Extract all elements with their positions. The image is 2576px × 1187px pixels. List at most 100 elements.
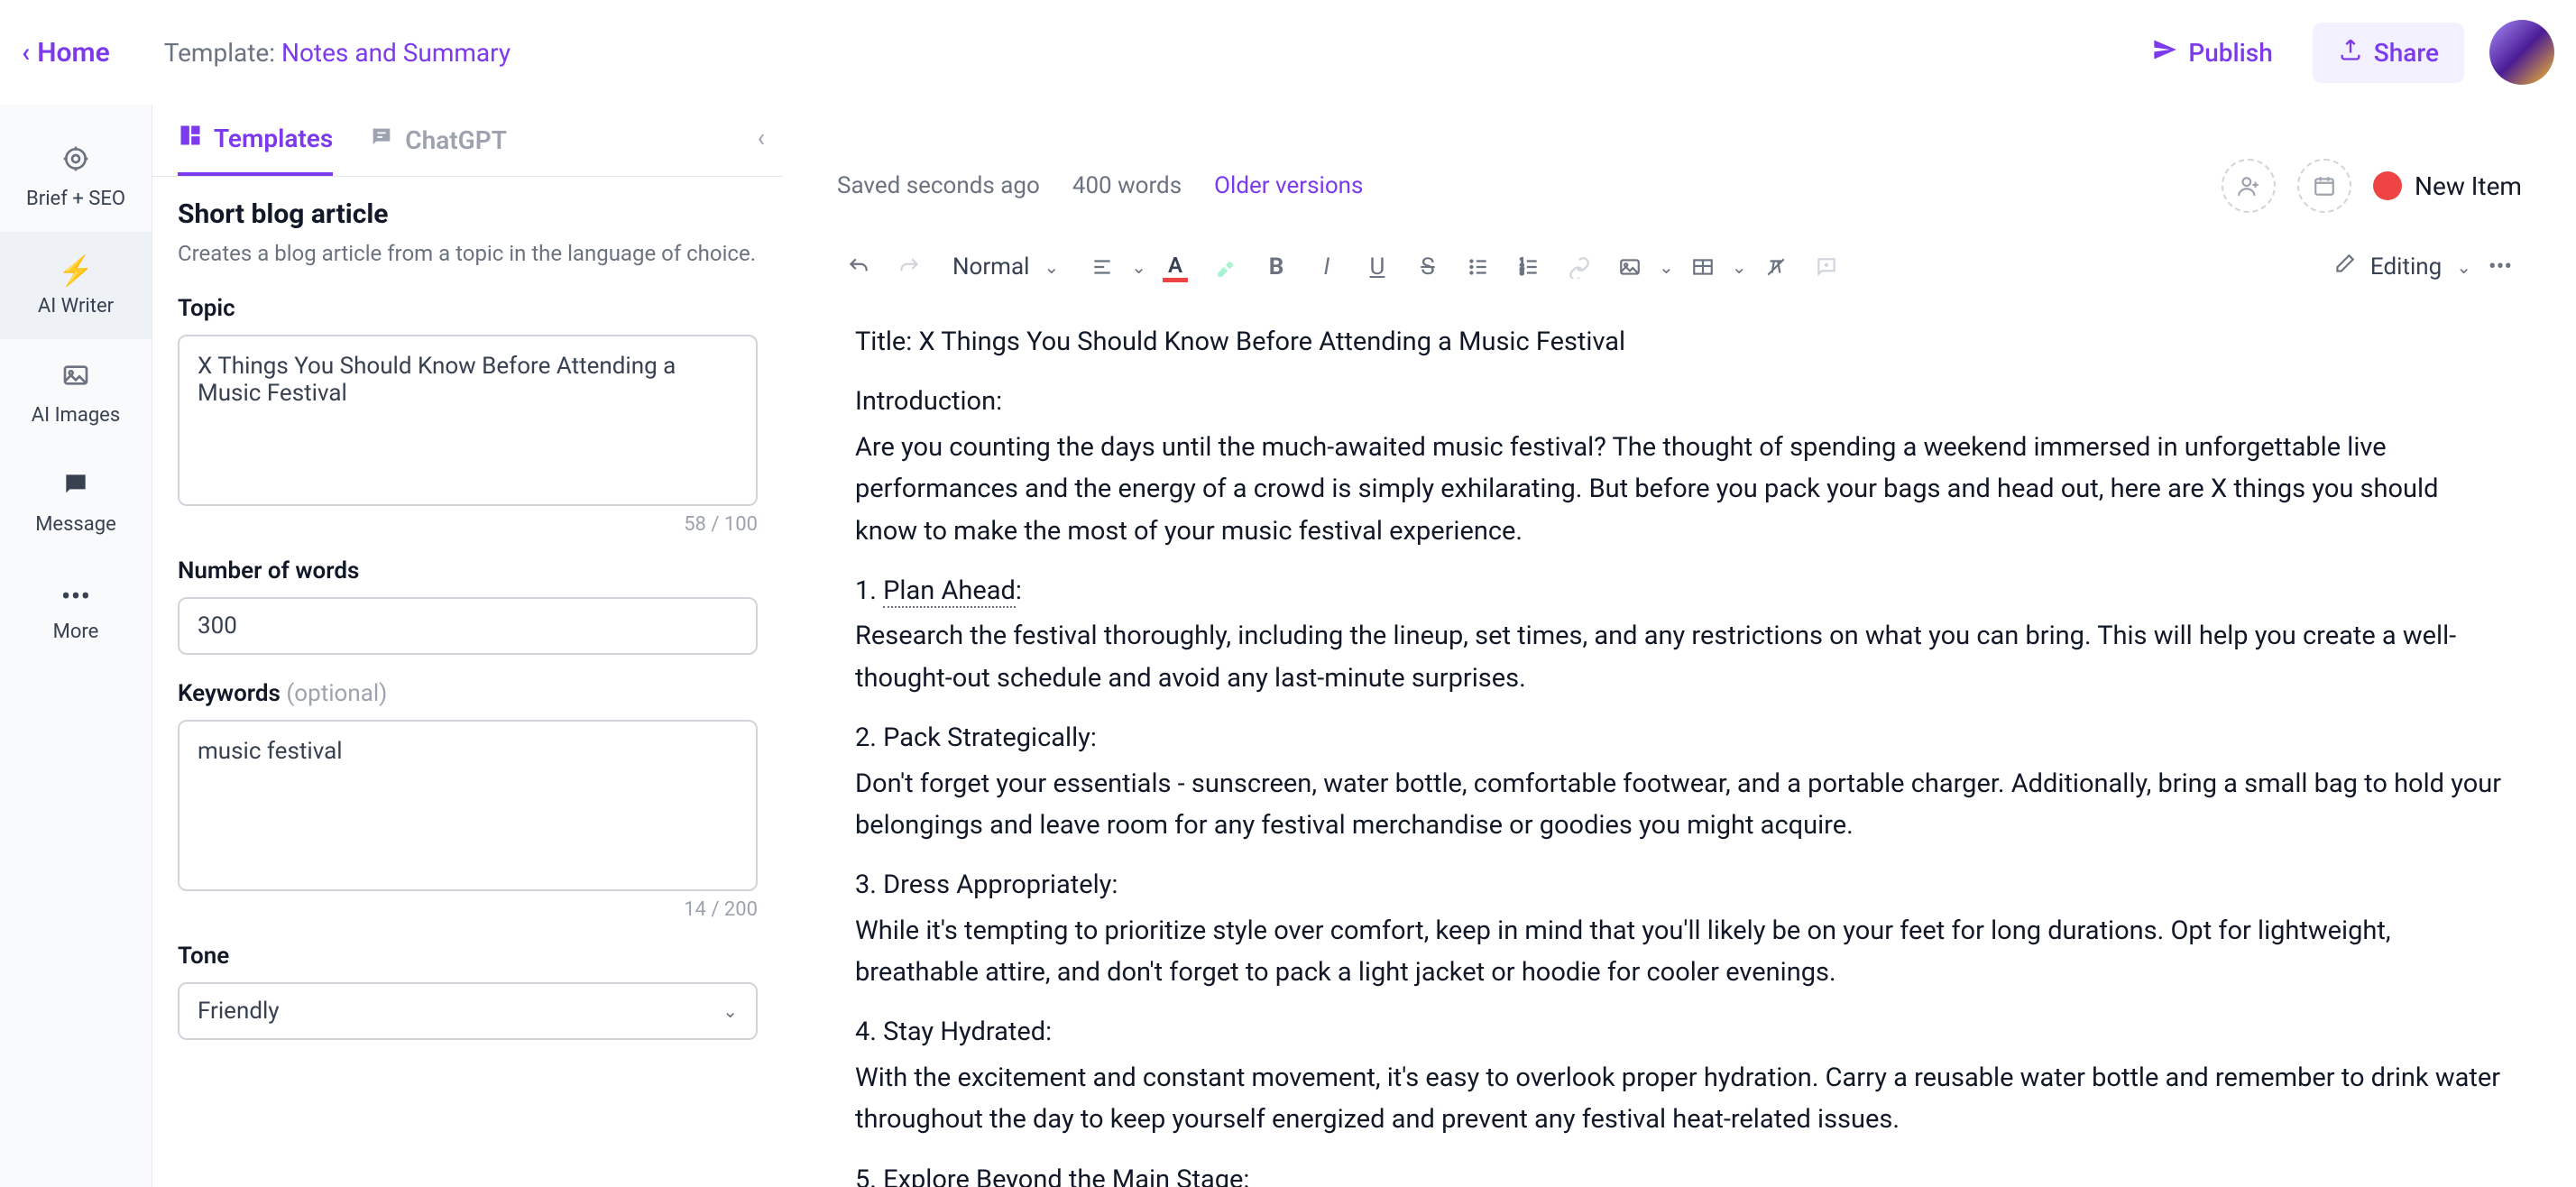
avatar[interactable] — [2489, 20, 2554, 85]
italic-button[interactable]: I — [1305, 245, 1348, 289]
editor-toolbar: Normal ⌄ ⌄ A B I U S — [819, 231, 2540, 303]
upload-icon — [2338, 37, 2363, 69]
chevron-down-icon: ⌄ — [1044, 256, 1059, 278]
topic-input[interactable] — [178, 335, 758, 506]
chevron-down-icon[interactable]: ⌄ — [1131, 256, 1146, 278]
settings-panel: Templates ChatGPT ‹ Short blog article C… — [152, 105, 783, 1187]
chevron-down-icon[interactable]: ⌄ — [1659, 256, 1674, 278]
keywords-counter: 14 / 200 — [178, 898, 758, 921]
nav-label: AI Writer — [38, 295, 114, 317]
more-toolbar-button[interactable]: ••• — [2479, 245, 2522, 289]
share-button[interactable]: Share — [2313, 23, 2464, 83]
align-button[interactable] — [1081, 245, 1124, 289]
word-count: 400 words — [1072, 172, 1182, 199]
section-2-body: Don't forget your essentials - sunscreen… — [855, 763, 2504, 847]
intro-body: Are you counting the days until the much… — [855, 427, 2504, 552]
image-icon — [61, 361, 90, 397]
share-label: Share — [2374, 38, 2439, 68]
nav-label: Message — [35, 513, 116, 536]
bold-button[interactable]: B — [1255, 245, 1298, 289]
dots-icon: ••• — [61, 579, 90, 613]
status-dot-icon — [2373, 171, 2402, 200]
nav-ai-writer[interactable]: ⚡ AI Writer — [0, 232, 152, 339]
collapse-panel-button[interactable]: ‹ — [758, 123, 765, 152]
redo-button[interactable] — [888, 245, 931, 289]
publish-label: Publish — [2188, 38, 2272, 68]
undo-button[interactable] — [837, 245, 880, 289]
paragraph-style-select[interactable]: Normal ⌄ — [938, 253, 1073, 281]
publish-button[interactable]: Publish — [2127, 23, 2297, 83]
nav-ai-images[interactable]: AI Images — [0, 339, 152, 448]
style-value: Normal — [952, 253, 1029, 281]
new-item-label: New Item — [2415, 171, 2522, 201]
section-3-body: While it's tempting to prioritize style … — [855, 910, 2504, 994]
chatgpt-icon — [369, 124, 394, 156]
font-color-button[interactable]: A — [1154, 245, 1197, 289]
nav-more[interactable]: ••• More — [0, 557, 152, 665]
nav-brief-seo[interactable]: Brief + SEO — [0, 123, 152, 232]
keywords-input[interactable] — [178, 720, 758, 891]
chevron-down-icon: ⌄ — [722, 1000, 738, 1022]
document-content[interactable]: Title: X Things You Should Know Before A… — [819, 303, 2540, 1187]
section-1-body: Research the festival thoroughly, includ… — [855, 615, 2504, 699]
home-link[interactable]: ‹ Home — [22, 37, 110, 69]
section-1-heading: 1. Plan Ahead: — [855, 570, 2504, 612]
underline-button[interactable]: U — [1356, 245, 1399, 289]
lightning-icon: ⚡ — [58, 253, 94, 288]
nav-label: AI Images — [32, 404, 120, 427]
older-versions-link[interactable]: Older versions — [1214, 172, 1363, 199]
new-item-indicator[interactable]: New Item — [2373, 171, 2522, 201]
intro-label: Introduction: — [855, 381, 2504, 422]
section-4-body: With the excitement and constant movemen… — [855, 1057, 2504, 1141]
optional-hint: (optional) — [286, 680, 387, 707]
tab-label: ChatGPT — [405, 125, 507, 155]
tab-label: Templates — [214, 124, 333, 153]
comment-button[interactable] — [1805, 245, 1848, 289]
chevron-down-icon: ⌄ — [2456, 256, 2471, 278]
template-description: Creates a blog article from a topic in t… — [178, 239, 758, 270]
add-user-button[interactable] — [2222, 159, 2276, 213]
nav-label: Brief + SEO — [26, 188, 125, 210]
topic-label: Topic — [178, 295, 758, 322]
calendar-button[interactable] — [2297, 159, 2351, 213]
templates-icon — [178, 123, 203, 154]
chevron-down-icon[interactable]: ⌄ — [1732, 256, 1747, 278]
tab-chatgpt[interactable]: ChatGPT — [369, 124, 507, 174]
highlight-button[interactable] — [1204, 245, 1247, 289]
table-button[interactable] — [1681, 245, 1725, 289]
numbered-list-button[interactable]: 123 — [1507, 245, 1550, 289]
chat-icon — [61, 470, 90, 506]
strikethrough-button[interactable]: S — [1406, 245, 1449, 289]
editing-mode-select[interactable]: Editing ⌄ — [2332, 253, 2471, 282]
tab-templates[interactable]: Templates — [178, 123, 333, 176]
target-icon — [61, 144, 90, 180]
editor-area: Saved seconds ago 400 words Older versio… — [783, 105, 2576, 1187]
section-5-heading: 5. Explore Beyond the Main Stage: — [855, 1159, 2504, 1187]
section-2-heading: 2. Pack Strategically: — [855, 717, 2504, 759]
words-input[interactable] — [178, 597, 758, 655]
link-button[interactable] — [1558, 245, 1601, 289]
keywords-label: Keywords (optional) — [178, 680, 758, 707]
doc-title: Title: X Things You Should Know Before A… — [855, 321, 2504, 363]
words-label: Number of words — [178, 557, 758, 584]
tone-value: Friendly — [198, 998, 280, 1025]
image-button[interactable] — [1608, 245, 1651, 289]
svg-text:3: 3 — [1520, 269, 1523, 277]
nav-message[interactable]: Message — [0, 448, 152, 557]
template-title: Short blog article — [178, 198, 758, 230]
bullet-list-button[interactable] — [1457, 245, 1500, 289]
template-name-link[interactable]: Notes and Summary — [281, 38, 511, 68]
mode-value: Editing — [2370, 253, 2442, 281]
tone-label: Tone — [178, 943, 758, 970]
section-4-heading: 4. Stay Hydrated: — [855, 1011, 2504, 1053]
section-3-heading: 3. Dress Appropriately: — [855, 864, 2504, 906]
chevron-left-icon: ‹ — [22, 37, 30, 69]
tone-select[interactable]: Friendly ⌄ — [178, 982, 758, 1040]
template-indicator: Template: Notes and Summary — [164, 38, 511, 68]
topic-counter: 58 / 100 — [178, 513, 758, 536]
home-label: Home — [37, 37, 109, 69]
clear-format-button[interactable] — [1754, 245, 1798, 289]
pencil-icon — [2332, 253, 2356, 282]
save-status: Saved seconds ago — [837, 172, 1040, 199]
left-sidebar: Brief + SEO ⚡ AI Writer AI Images Messag… — [0, 105, 152, 1187]
